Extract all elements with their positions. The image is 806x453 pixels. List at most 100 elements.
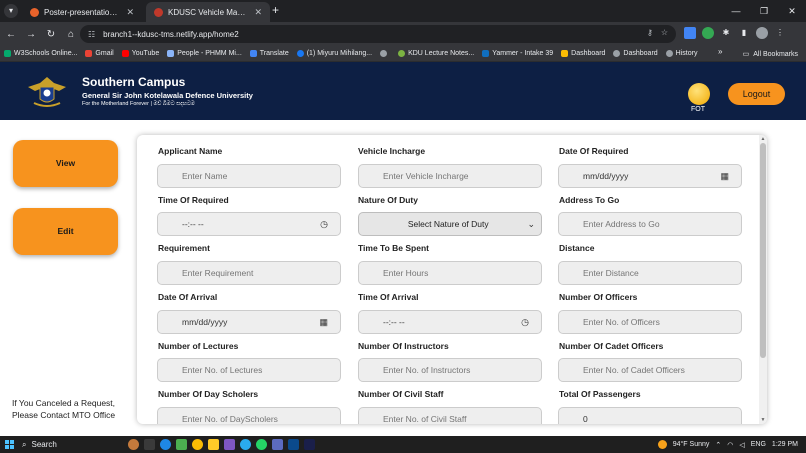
calendar-icon[interactable]: ▦ <box>720 171 729 182</box>
bookmark-youtube[interactable]: YouTube <box>121 50 159 57</box>
logout-button[interactable]: Logout <box>728 83 785 105</box>
bookmark-history[interactable]: History <box>665 50 697 57</box>
maximize-button[interactable]: ❐ <box>750 0 778 22</box>
bookmark-kdu-lecture-notes[interactable]: KDU Lecture Notes... <box>398 50 474 57</box>
placeholder-text: mm/dd/yyyy <box>583 171 629 181</box>
bookmark-facebook[interactable]: (1) Miyuru Mihilang... <box>296 50 373 57</box>
weather-text[interactable]: 94°F Sunny <box>673 441 710 448</box>
view-button[interactable]: View <box>13 140 118 187</box>
teams-icon[interactable] <box>272 439 283 450</box>
reload-icon[interactable]: ↻ <box>42 29 60 40</box>
bookmark-star-icon[interactable]: ☆ <box>661 28 668 37</box>
network-icon[interactable]: ◠ <box>727 441 733 449</box>
extension-icons: ✱ ▮ ⋮ <box>684 27 786 39</box>
placeholder-text: Enter Requirement <box>182 268 254 278</box>
tab-close-icon[interactable]: ✕ <box>126 7 134 18</box>
telegram-icon[interactable] <box>240 439 251 450</box>
shield-extension-icon[interactable] <box>702 27 714 39</box>
taskbar-search[interactable]: ⌕ Search <box>22 438 122 451</box>
bookmark-gmail[interactable]: Gmail <box>85 50 114 57</box>
home-icon[interactable]: ⌂ <box>62 29 80 40</box>
calendar-icon[interactable]: ▦ <box>319 317 328 328</box>
time-of-required-input[interactable]: --:-- -- ◷ <box>157 212 341 236</box>
bookmark-globe[interactable] <box>380 50 390 57</box>
profile-avatar-icon[interactable] <box>756 27 768 39</box>
edge-browser-icon[interactable] <box>160 439 171 450</box>
bookmark-people[interactable]: People - PHMM Mi... <box>167 50 242 57</box>
site-info-icon[interactable]: ☷ <box>88 30 95 39</box>
number-of-lectures-input[interactable]: Enter No. of Lectures <box>157 358 341 382</box>
form-scrollbar[interactable]: ▲ ▼ <box>759 135 767 424</box>
number-of-cadet-officers-input[interactable]: Enter No. of Cadet Officers <box>558 358 742 382</box>
site-favicon-icon <box>154 7 163 17</box>
tab-search-icon[interactable]: ▾ <box>4 4 18 18</box>
extensions-puzzle-icon[interactable]: ✱ <box>720 27 732 39</box>
vscode-icon[interactable] <box>288 439 299 450</box>
widgets-icon[interactable] <box>128 439 139 450</box>
applicant-name-input[interactable]: Enter Name <box>157 164 341 188</box>
tab-close-icon[interactable]: ✕ <box>254 7 262 18</box>
bookmark-w3schools[interactable]: W3Schools Online... <box>4 50 77 57</box>
new-tab-button[interactable]: + <box>272 3 279 17</box>
file-explorer-icon[interactable] <box>208 439 219 450</box>
clock-time[interactable]: 1:29 PM <box>772 441 798 448</box>
search-icon: ⌕ <box>22 439 27 449</box>
number-of-civil-staff-input[interactable]: Enter No. of Civil Staff <box>358 407 542 424</box>
clock-icon[interactable]: ◷ <box>320 219 328 230</box>
distance-input[interactable]: Enter Distance <box>558 261 742 285</box>
weather-sun-icon[interactable] <box>657 440 667 449</box>
bookmark-label: Translate <box>259 50 289 57</box>
number-of-officers-input[interactable]: Enter No. of Officers <box>558 310 742 334</box>
nature-of-duty-select[interactable]: Select Nature of Duty ⌄ <box>358 212 542 236</box>
bookmark-dashboard-2[interactable]: Dashboard <box>613 50 658 57</box>
close-window-button[interactable]: ✕ <box>778 0 806 22</box>
bookmark-label: Dashboard <box>571 50 606 57</box>
language-indicator[interactable]: ENG <box>751 441 766 448</box>
number-of-day-scholers-input[interactable]: Enter No. of DayScholers <box>157 407 341 424</box>
password-key-icon[interactable]: ⚷ <box>647 28 653 37</box>
requirement-input[interactable]: Enter Requirement <box>157 261 341 285</box>
browser-menu-icon[interactable]: ⋮ <box>774 27 786 39</box>
bookmark-translate[interactable]: Translate <box>249 50 289 57</box>
tab-poster-presentation[interactable]: Poster-presentation_templat.p ✕ <box>22 2 142 22</box>
all-bookmarks-button[interactable]: ▭ All Bookmarks <box>743 46 798 62</box>
store-icon[interactable] <box>176 439 187 450</box>
tray-chevron-icon[interactable]: ⌃ <box>715 441 721 449</box>
number-of-instructors-input[interactable]: Enter No. of Instructors <box>358 358 542 382</box>
volume-icon[interactable]: ◁ <box>739 441 744 449</box>
time-of-arrival-input[interactable]: --:-- -- ◷ <box>358 310 542 334</box>
scroll-down-arrow-icon[interactable]: ▼ <box>760 417 766 423</box>
app-icon[interactable] <box>224 439 235 450</box>
more-bookmarks-chevron-icon[interactable]: » <box>718 47 722 56</box>
time-to-be-spent-input[interactable]: Enter Hours <box>358 261 542 285</box>
side-panel-icon[interactable]: ▮ <box>738 27 750 39</box>
placeholder-text: --:-- -- <box>182 219 204 229</box>
folder-icon: ▭ <box>742 51 750 58</box>
chrome-browser-icon[interactable] <box>192 439 203 450</box>
extension-icon[interactable] <box>684 27 696 39</box>
minimize-button[interactable]: — <box>722 0 750 22</box>
total-of-passengers-input[interactable]: 0 <box>558 407 742 424</box>
vehicle-incharge-input[interactable]: Enter Vehicle Incharge <box>358 164 542 188</box>
taskbar-apps <box>128 439 315 450</box>
bookmark-dashboard-1[interactable]: Dashboard <box>561 50 605 57</box>
date-of-arrival-input[interactable]: mm/dd/yyyy ▦ <box>157 310 341 334</box>
address-to-go-input[interactable]: Enter Address to Go <box>558 212 742 236</box>
bookmark-yammer[interactable]: Yammer - Intake 39 <box>482 50 553 57</box>
adobe-app-icon[interactable] <box>304 439 315 450</box>
task-view-icon[interactable] <box>144 439 155 450</box>
user-avatar[interactable] <box>688 83 710 105</box>
edit-button[interactable]: Edit <box>13 208 118 255</box>
windows-start-icon[interactable] <box>5 440 14 449</box>
scrollbar-thumb[interactable] <box>760 143 766 358</box>
tab-kdusc-vehicle-management[interactable]: KDUSC Vehicle Management Sy ✕ <box>146 2 270 22</box>
placeholder-text: mm/dd/yyyy <box>182 317 228 327</box>
address-bar[interactable]: ☷ branch1--kdusc-tms.netlify.app/home2 ⚷… <box>80 25 676 43</box>
date-of-required-input[interactable]: mm/dd/yyyy ▦ <box>558 164 742 188</box>
clock-icon[interactable]: ◷ <box>521 317 529 328</box>
forward-arrow-icon[interactable]: → <box>22 29 40 40</box>
back-arrow-icon[interactable]: ← <box>2 29 20 40</box>
whatsapp-icon[interactable] <box>256 439 267 450</box>
bookmark-label: (1) Miyuru Mihilang... <box>306 50 373 57</box>
scroll-up-arrow-icon[interactable]: ▲ <box>760 136 766 142</box>
